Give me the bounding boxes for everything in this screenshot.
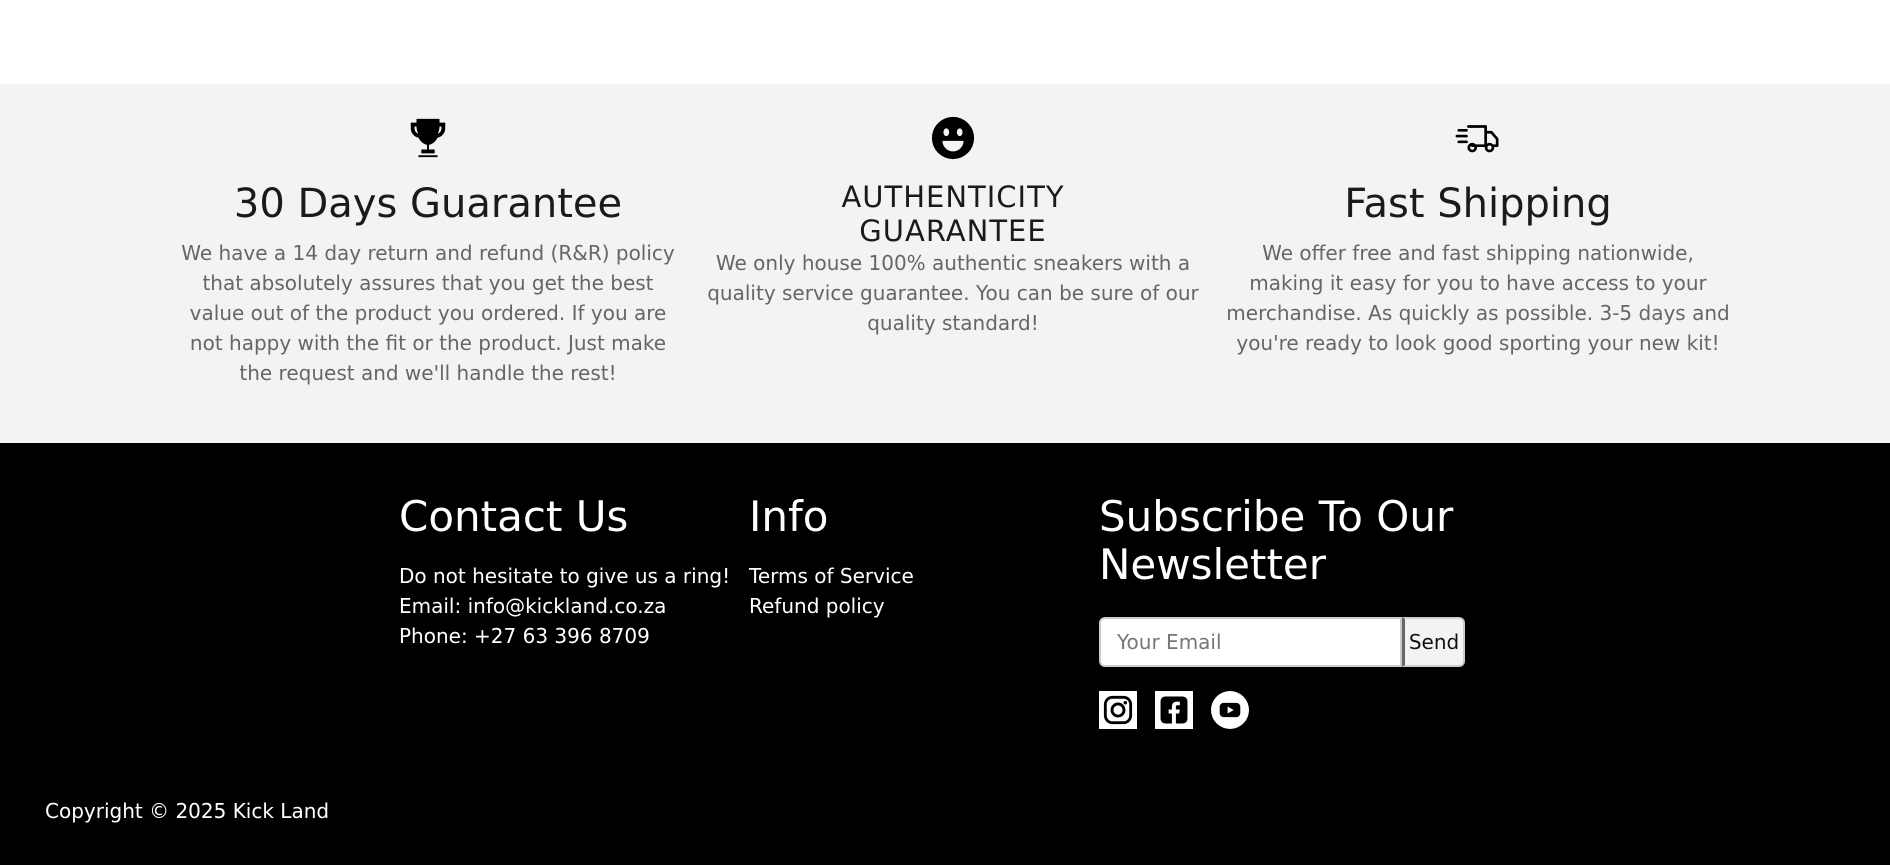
copyright-text: Copyright © 2025 Kick Land [45, 799, 330, 823]
trophy-icon [404, 114, 452, 162]
top-spacer [0, 0, 1890, 84]
social-links [1099, 691, 1519, 729]
info-column: Info Terms of Service Refund policy [749, 493, 1089, 621]
site-footer: Contact Us Do not hesitate to give us a … [0, 443, 1890, 865]
instagram-icon[interactable] [1099, 691, 1137, 729]
newsletter-column: Subscribe To Our Newsletter Send [1099, 493, 1519, 729]
youtube-icon[interactable] [1211, 691, 1249, 729]
feature-title: 30 Days Guarantee [233, 181, 623, 227]
contact-phone: Phone: +27 63 396 8709 [399, 624, 650, 648]
contact-heading: Contact Us [399, 492, 629, 541]
send-button[interactable]: Send [1402, 617, 1465, 667]
feature-text: We offer free and fast shipping nationwi… [1226, 241, 1730, 355]
feature-title: Fast Shipping [1344, 181, 1612, 227]
feature-text: We only house 100% authentic sneakers wi… [707, 251, 1199, 335]
contact-message: Do not hesitate to give us a ring! [399, 564, 731, 588]
newsletter-heading: Subscribe To Our Newsletter [1099, 492, 1454, 589]
contact-email: Email: info@kickland.co.za [399, 594, 667, 618]
features-section: 30 Days Guarantee We have a 14 day retur… [0, 84, 1890, 443]
facebook-icon[interactable] [1155, 691, 1193, 729]
smiley-icon [929, 114, 977, 162]
feature-title: AUTHENTICITY GUARANTEE [841, 180, 1065, 248]
delivery-truck-icon [1454, 114, 1502, 162]
info-heading: Info [749, 492, 829, 541]
terms-of-service-link[interactable]: Terms of Service [749, 561, 1089, 591]
email-input[interactable] [1099, 617, 1402, 667]
newsletter-form: Send [1099, 617, 1465, 667]
feature-text: We have a 14 day return and refund (R&R)… [181, 241, 675, 385]
contact-column: Contact Us Do not hesitate to give us a … [399, 493, 739, 651]
refund-policy-link[interactable]: Refund policy [749, 591, 1089, 621]
